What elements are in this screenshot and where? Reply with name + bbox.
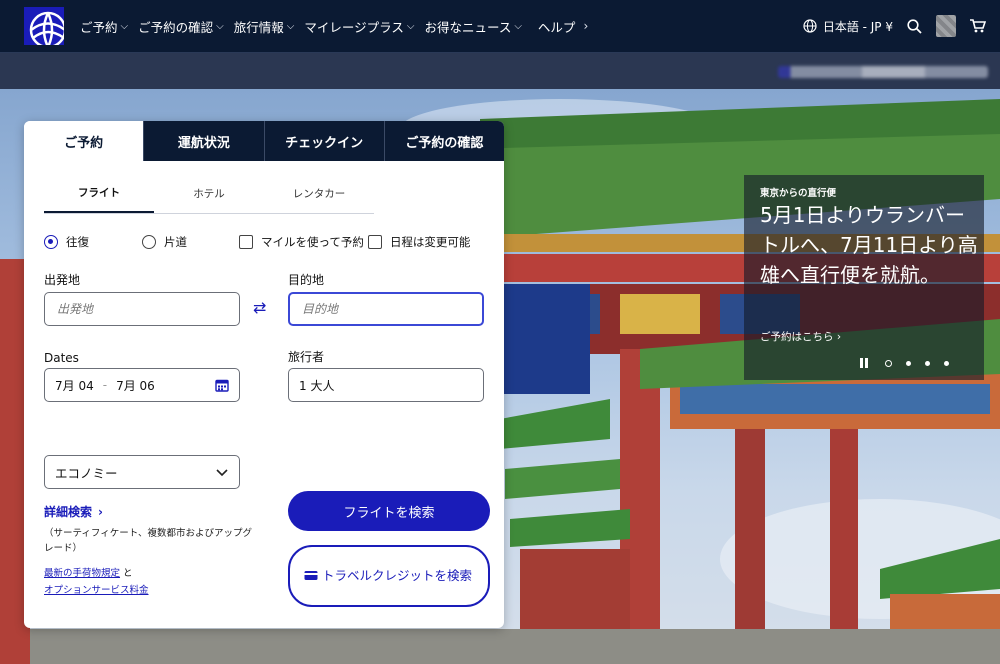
nav-item-label: ご予約	[80, 19, 118, 35]
booking-tabs: ご予約 運航状況 チェックイン ご予約の確認	[24, 121, 504, 161]
cart-button[interactable]	[970, 19, 986, 33]
oneway-label: 片道	[164, 235, 187, 249]
baggage-links: 最新の手荷物規定と オプションサービス料金	[44, 565, 149, 599]
checkbox-icon	[367, 235, 382, 249]
travelers-label: 旅行者	[288, 350, 325, 364]
nav-item-deals[interactable]: お得なニュース ⌵	[424, 17, 521, 36]
product-tabs: フライト ホテル レンタカー	[44, 173, 374, 214]
tab-book[interactable]: ご予約	[24, 121, 144, 161]
credit-card-icon	[304, 571, 318, 580]
return-date: 7月 06	[116, 378, 155, 393]
nav-item-label: お得なニュース	[424, 19, 512, 35]
oneway-radio[interactable]: 片道	[142, 234, 187, 250]
miles-checkbox[interactable]: マイルを使って予約	[239, 234, 364, 250]
advanced-search-label: 詳細検索	[44, 505, 93, 519]
advanced-search-note: （サーティフィケート、複数都市およびアップグレード）	[44, 528, 253, 554]
flexible-dates-checkbox[interactable]: 日程は変更可能	[367, 234, 471, 250]
promo-banner: 東京からの直行便 5月1日よりウランバートルへ、7月11日より高雄へ直行便を就航…	[744, 175, 984, 380]
nav-item-label: ヘルプ	[537, 19, 576, 35]
nav-item-help[interactable]: ヘルプ ›	[538, 17, 588, 36]
top-navigation: ご予約 ⌵ ご予約の確認 ⌵ 旅行情報 ⌵ マイレージプラス ⌵ お得なニュース ⌵ ヘル…	[0, 0, 1000, 53]
travelers-value: 1 大人	[299, 378, 335, 393]
tab-hotel[interactable]: ホテル	[154, 173, 264, 213]
trip-options: 往復 片道 マイルを使って予約 日程は変更可能	[44, 231, 484, 253]
cabin-value: エコノミー	[55, 465, 118, 481]
tab-flight[interactable]: フライト	[44, 173, 154, 213]
chevron-right-icon: ›	[98, 505, 103, 519]
destination-input[interactable]	[300, 301, 482, 317]
cabin-select[interactable]: エコノミー	[44, 455, 240, 489]
chevron-right-icon: ›	[583, 19, 589, 33]
promo-headline: 5月1日よりウランバートルへ、7月11日より高雄へ直行便を就航。	[760, 203, 978, 287]
globe-logo-icon	[29, 11, 64, 45]
chevron-down-icon: ⌵	[286, 20, 295, 32]
search-flights-button[interactable]: フライトを検索	[288, 491, 490, 531]
miles-label: マイルを使って予約	[261, 235, 364, 249]
origin-input[interactable]	[55, 301, 239, 317]
nav-item-label: ご予約の確認	[138, 19, 214, 35]
swap-airports-icon[interactable]: ⇄	[253, 298, 266, 317]
main-menu: ご予約 ⌵ ご予約の確認 ⌵ 旅行情報 ⌵ マイレージプラス ⌵ お得なニュース ⌵ ヘル…	[80, 0, 598, 52]
nav-item-my-trips[interactable]: ご予約の確認 ⌵	[138, 17, 224, 36]
nav-item-label: マイレージプラス	[304, 19, 404, 35]
advanced-search-link[interactable]: 詳細検索 ›	[44, 503, 103, 520]
globe-icon	[803, 19, 817, 33]
carousel-dot-3[interactable]	[925, 360, 930, 366]
nav-item-mileageplus[interactable]: マイレージプラス ⌵	[304, 17, 414, 36]
nav-utilities: 日本語 - JP ¥	[803, 0, 986, 52]
baggage-policy-link[interactable]: 最新の手荷物規定	[44, 568, 120, 579]
checkbox-icon	[239, 235, 253, 249]
travelers-field[interactable]: 1 大人	[288, 368, 484, 402]
united-globe-logo[interactable]	[24, 7, 64, 45]
nav-item-label: 旅行情報	[233, 19, 284, 35]
roundtrip-label: 往復	[66, 235, 89, 249]
dates-field[interactable]: 7月 04 - 7月 06	[44, 368, 240, 402]
nav-item-booking[interactable]: ご予約 ⌵	[80, 17, 128, 36]
carousel-dot-4[interactable]	[944, 360, 949, 366]
redacted-account-info	[778, 66, 988, 78]
chevron-down-icon: ⌵	[406, 20, 415, 32]
tab-my-trips[interactable]: ご予約の確認	[383, 121, 504, 161]
language-selector[interactable]: 日本語 - JP ¥	[803, 18, 893, 35]
language-label: 日本語 - JP ¥	[822, 19, 893, 34]
destination-label: 目的地	[288, 273, 325, 287]
travel-credit-button[interactable]: トラベルクレジットを検索	[288, 545, 490, 607]
pause-icon[interactable]	[860, 358, 869, 368]
date-separator: -	[102, 378, 108, 392]
radio-selected-icon	[44, 235, 58, 249]
tab-rental-car[interactable]: レンタカー	[264, 173, 374, 213]
search-icon	[907, 18, 922, 34]
depart-date: 7月 04	[55, 378, 94, 393]
calendar-icon[interactable]	[215, 378, 229, 392]
search-button[interactable]	[907, 18, 922, 34]
tab-check-in[interactable]: チェックイン	[263, 121, 384, 161]
dates-label: Dates	[44, 351, 79, 365]
promo-kicker: 東京からの直行便	[760, 188, 837, 199]
optional-services-link[interactable]: オプションサービス料金	[44, 585, 149, 596]
tab-flight-status[interactable]: 運航状況	[143, 121, 264, 161]
origin-label: 出発地	[44, 273, 81, 287]
origin-field[interactable]	[44, 292, 240, 326]
link-conjunction: と	[123, 568, 133, 579]
chevron-down-icon	[216, 469, 228, 477]
chevron-down-icon: ⌵	[120, 20, 129, 32]
roundtrip-radio[interactable]: 往復	[44, 234, 89, 250]
chevron-down-icon: ⌵	[216, 20, 224, 32]
booking-widget: ご予約 運航状況 チェックイン ご予約の確認 フライト ホテル レンタカー 往復…	[24, 121, 504, 628]
carousel-dot-1[interactable]	[885, 359, 892, 367]
flexible-label: 日程は変更可能	[389, 235, 471, 249]
cart-icon	[970, 19, 986, 33]
chevron-down-icon: ⌵	[514, 20, 522, 32]
destination-field[interactable]	[288, 292, 484, 326]
avatar[interactable]	[936, 15, 956, 37]
carousel-dot-2[interactable]	[906, 360, 911, 366]
carousel-controls	[860, 358, 963, 368]
nav-item-travel-info[interactable]: 旅行情報 ⌵	[234, 17, 295, 36]
radio-icon	[142, 235, 156, 249]
travel-credit-label: トラベルクレジットを検索	[321, 568, 472, 583]
promo-cta-link[interactable]: ご予約はこちら ›	[760, 329, 841, 344]
